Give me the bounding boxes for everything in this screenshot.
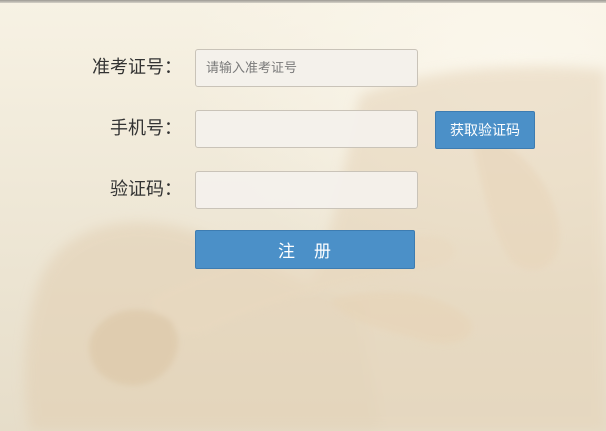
register-button[interactable]: 注 册 (195, 230, 415, 269)
phone-input[interactable] (195, 110, 418, 148)
get-verification-code-button[interactable]: 获取验证码 (435, 111, 535, 149)
exam-id-label: 准考证号： (92, 57, 182, 78)
verification-code-input[interactable] (195, 171, 418, 209)
verification-code-label: 验证码： (110, 179, 182, 200)
window-top-border (0, 0, 606, 3)
exam-id-input[interactable] (195, 49, 418, 87)
phone-label: 手机号： (110, 118, 182, 139)
